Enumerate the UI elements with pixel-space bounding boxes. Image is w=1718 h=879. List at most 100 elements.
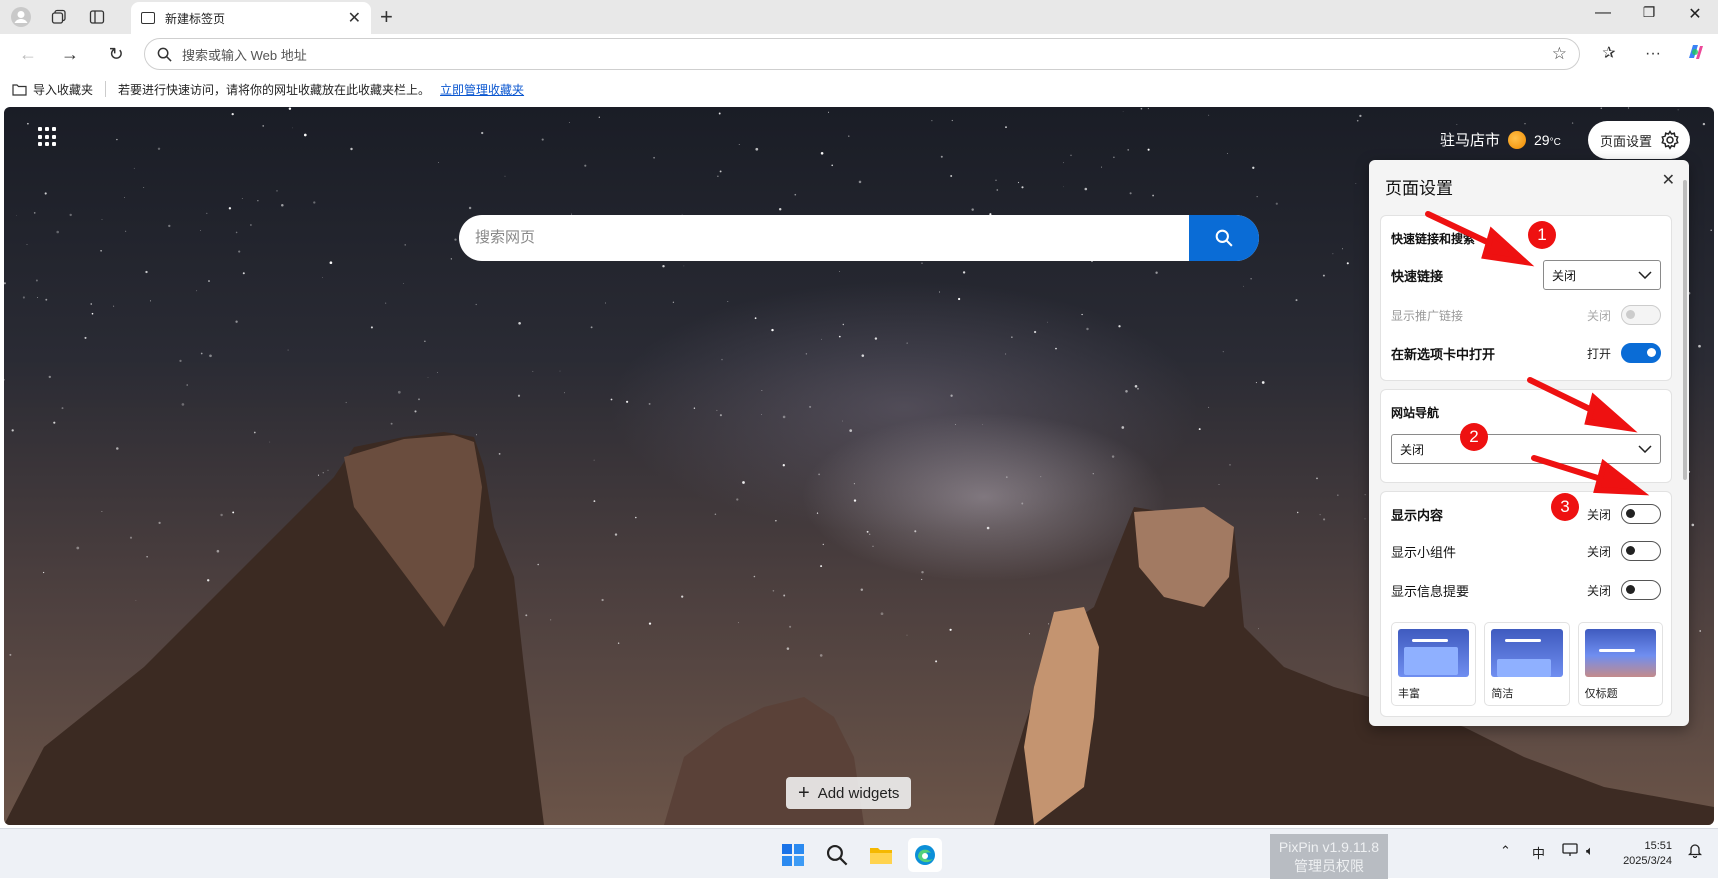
star [783,594,786,597]
star [1047,321,1048,323]
layout-options: 丰富 简洁 仅标题 [1391,622,1663,706]
tab-new-tab[interactable]: 新建标签页 ✕ [131,2,371,34]
taskbar-search-button[interactable] [820,838,854,872]
show-widgets-toggle[interactable] [1621,541,1661,561]
close-window-button[interactable]: ✕ [1672,4,1718,24]
edge-browser-button[interactable] [908,838,942,872]
search-submit-button[interactable] [1189,215,1259,261]
star [914,530,917,533]
favorite-star-icon[interactable]: ☆ [1552,44,1567,64]
star [313,201,316,204]
forward-button[interactable]: → [56,41,84,67]
star [820,152,824,155]
star [101,511,103,512]
star [1322,274,1325,277]
star [317,474,320,476]
volume-icon[interactable]: 🔈︎ [1586,843,1594,859]
star [858,180,862,184]
address-bar[interactable]: 搜索或输入 Web 地址 ☆ [144,38,1580,70]
layout-headings-label: 仅标题 [1584,688,1618,700]
workspaces-icon[interactable] [46,5,72,29]
import-favorites-label: 导入收藏夹 [33,82,94,97]
start-button[interactable] [776,838,810,872]
close-panel-icon[interactable]: ✕ [1662,170,1675,190]
star [1129,192,1132,195]
show-content-toggle[interactable] [1621,504,1661,524]
open-new-tab-toggle[interactable] [1621,343,1661,363]
star [232,511,235,514]
star [475,303,477,306]
star [593,459,595,461]
vertical-tabs-icon[interactable] [84,5,110,29]
copilot-icon[interactable] [1682,42,1708,66]
layout-headings-thumbnail [1584,629,1656,677]
profile-icon[interactable] [8,5,34,29]
star [158,521,161,525]
star [1316,477,1318,480]
new-tab-button[interactable]: + [380,4,393,30]
star [1118,325,1121,328]
star [778,208,782,211]
favorites-icon[interactable]: ✰ [1596,42,1622,66]
star [1055,347,1057,350]
star [874,337,878,340]
edge-icon [915,845,935,865]
layout-option-simple[interactable]: 简洁 [1484,622,1570,706]
star [241,198,243,199]
site-nav-select[interactable]: 关闭 [1391,434,1661,464]
star [1005,353,1007,355]
star [1364,494,1366,496]
add-widgets-button[interactable]: + Add widgets [786,777,912,809]
quick-links-value: 关闭 [1552,268,1577,283]
star [200,352,203,355]
star [404,244,406,246]
close-tab-icon[interactable]: ✕ [348,8,361,28]
show-info-toggle[interactable] [1621,580,1661,600]
notification-bell-icon[interactable] [1687,843,1703,861]
star [951,119,953,122]
star [525,614,528,617]
restore-button[interactable]: ❐ [1626,4,1672,21]
file-explorer-button[interactable] [864,838,898,872]
star [101,218,103,220]
star [719,414,722,417]
panel-scrollbar[interactable] [1683,180,1687,480]
page-settings-button[interactable]: 页面设置 [1588,121,1691,159]
star [124,197,125,198]
system-clock[interactable]: 15:51 2025/3/24 [1620,839,1672,869]
layout-option-rich[interactable]: 丰富 [1391,622,1477,706]
quick-links-section-title: 快速链接和搜索 [1391,232,1476,246]
star [1125,390,1128,393]
web-search-box[interactable]: 搜索网页 [459,215,1259,261]
star [906,634,908,636]
apps-launcher-icon[interactable] [38,127,58,147]
network-icon[interactable] [1562,843,1578,860]
weather-widget[interactable]: 驻马店市 29°C [1440,129,1561,150]
minimize-button[interactable]: — [1580,4,1626,22]
more-options-icon[interactable]: ··· [1640,42,1666,66]
star [782,464,785,467]
site-nav-select-row: 关闭 [1391,434,1661,464]
star [601,598,604,602]
back-button[interactable]: ← [14,41,42,67]
star [822,543,824,546]
refresh-button[interactable]: ↻ [102,41,130,67]
star [635,516,637,519]
manage-favorites-link[interactable]: 立即管理收藏夹 [440,81,524,98]
star [931,120,933,122]
star [518,322,521,325]
import-favorites-button[interactable]: 导入收藏夹 [12,81,93,98]
star [450,258,452,260]
show-hidden-icons-button[interactable]: ⌃ [1500,843,1511,859]
star [208,280,210,282]
layout-option-headings-only[interactable]: 仅标题 [1577,622,1663,706]
web-search-input[interactable]: 搜索网页 [459,215,1189,261]
star [206,212,208,215]
ime-indicator[interactable]: 中 [1532,843,1545,862]
quick-links-card: 快速链接和搜索 快速链接 关闭 显示推广链接 关闭 在新选项卡中打开 打开 [1380,215,1672,381]
star [181,403,185,406]
star [537,563,540,566]
star [200,229,201,231]
quick-links-select[interactable]: 关闭 [1543,260,1661,290]
star [90,303,92,305]
